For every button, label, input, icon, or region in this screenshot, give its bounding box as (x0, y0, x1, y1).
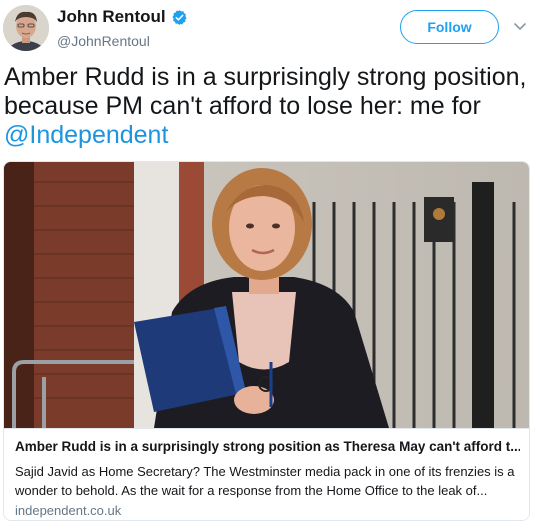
card-image[interactable] (4, 162, 529, 428)
avatar-photo (3, 5, 49, 51)
author-name-row[interactable]: John Rentoul (57, 6, 188, 28)
mention-link[interactable]: @Independent (4, 121, 168, 149)
verified-badge-icon (171, 9, 188, 26)
avatar[interactable] (3, 5, 49, 51)
card-photo (4, 162, 529, 428)
card-body[interactable]: Amber Rudd is in a surprisingly strong p… (4, 428, 529, 520)
author-handle[interactable]: @JohnRentoul (57, 33, 188, 49)
chevron-down-icon[interactable] (512, 20, 528, 34)
tweet-body-text: Amber Rudd is in a surprisingly strong p… (4, 63, 527, 120)
tweet-header: John Rentoul @JohnRentoul Follow (0, 0, 540, 58)
card-title[interactable]: Amber Rudd is in a surprisingly strong p… (15, 438, 520, 456)
card-domain: independent.co.uk (15, 503, 122, 518)
author-block: John Rentoul @JohnRentoul (57, 6, 188, 49)
author-display-name[interactable]: John Rentoul (57, 7, 166, 27)
tweet-text: Amber Rudd is in a surprisingly strong p… (4, 63, 534, 150)
link-card[interactable]: Amber Rudd is in a surprisingly strong p… (3, 161, 530, 521)
follow-button[interactable]: Follow (400, 10, 499, 44)
card-description: Sajid Javid as Home Secretary? The Westm… (15, 464, 515, 498)
